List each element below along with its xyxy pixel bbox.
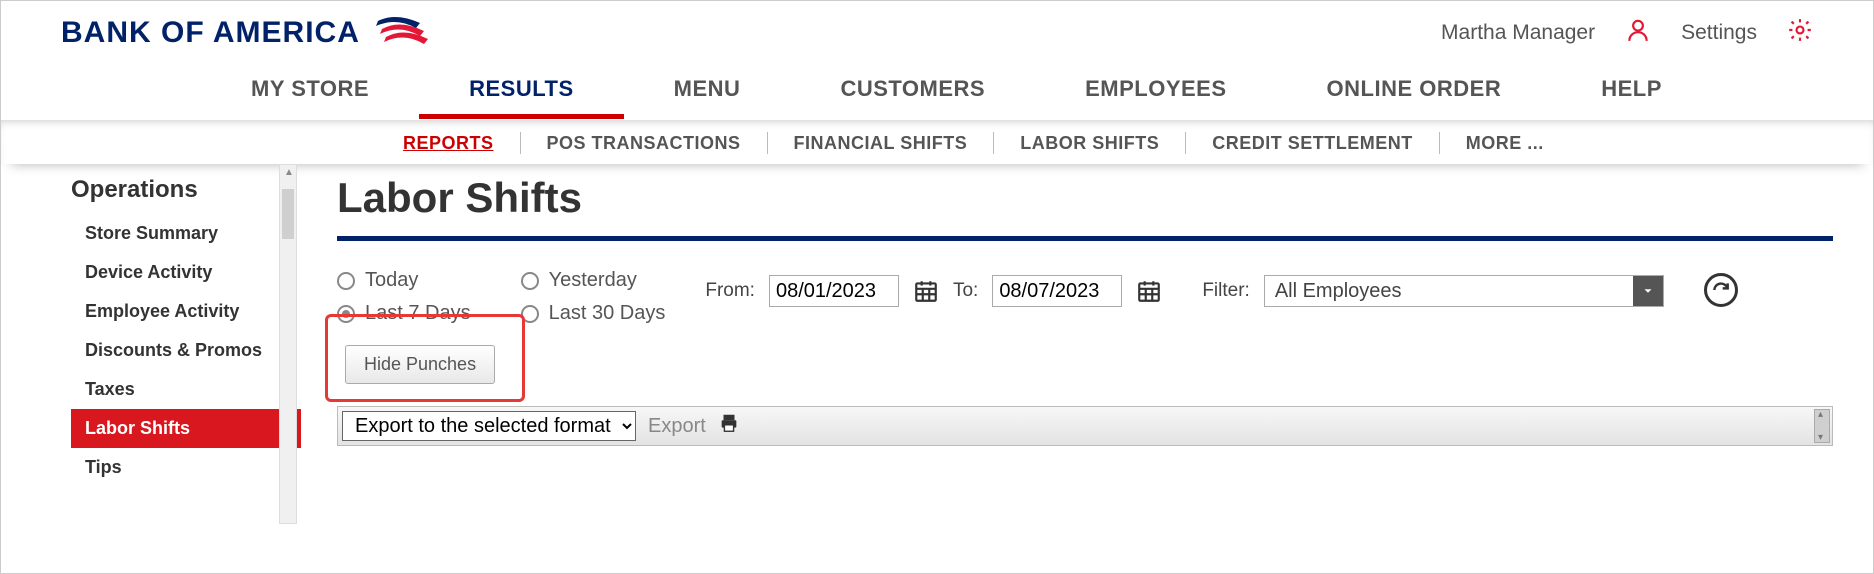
divider: [1185, 132, 1186, 154]
filter-selected: All Employees: [1275, 280, 1402, 303]
user-area: Martha Manager Settings: [1441, 17, 1813, 49]
sidebar: Operations Store Summary Device Activity…: [1, 164, 301, 524]
brand-name: BANK OF AMERICA: [61, 16, 360, 50]
subnav-reports[interactable]: REPORTS: [381, 133, 516, 154]
nav-customers[interactable]: CUSTOMERS: [790, 60, 1035, 119]
radio-label: Yesterday: [549, 269, 637, 292]
report-scrollbar[interactable]: ▴▾: [1814, 409, 1830, 443]
calendar-icon[interactable]: [913, 278, 939, 304]
divider: [767, 132, 768, 154]
nav-menu[interactable]: MENU: [624, 60, 791, 119]
sidebar-item-tips[interactable]: Tips: [71, 448, 301, 487]
subnav-more[interactable]: MORE ...: [1444, 133, 1566, 154]
highlight-annotation: [325, 314, 525, 402]
radio-last-30-days[interactable]: Last 30 Days: [521, 302, 666, 325]
to-date-input[interactable]: [992, 275, 1122, 307]
sidebar-title: Operations: [71, 176, 301, 204]
radio-icon: [337, 272, 355, 290]
settings-link[interactable]: Settings: [1681, 21, 1757, 45]
page-title: Labor Shifts: [337, 174, 1833, 222]
filter-dropdown[interactable]: All Employees: [1264, 275, 1664, 307]
sidebar-item-discounts-promos[interactable]: Discounts & Promos: [71, 331, 301, 370]
scrollbar-thumb[interactable]: [282, 189, 294, 239]
date-filter: From: To:: [705, 275, 1162, 307]
calendar-icon[interactable]: [1136, 278, 1162, 304]
subnav-labor-shifts[interactable]: LABOR SHIFTS: [998, 133, 1181, 154]
refresh-button[interactable]: [1704, 273, 1738, 307]
from-label: From:: [705, 280, 755, 302]
gear-icon[interactable]: [1787, 17, 1813, 49]
nav-my-store[interactable]: MY STORE: [201, 60, 419, 119]
export-button[interactable]: Export: [648, 415, 706, 438]
sidebar-item-taxes[interactable]: Taxes: [71, 370, 301, 409]
brand-logo: BANK OF AMERICA: [61, 13, 436, 52]
subnav-financial-shifts[interactable]: FINANCIAL SHIFTS: [772, 133, 990, 154]
from-date-input[interactable]: [769, 275, 899, 307]
radio-today[interactable]: Today: [337, 269, 471, 292]
radio-icon: [521, 272, 539, 290]
user-name[interactable]: Martha Manager: [1441, 21, 1595, 45]
divider: [993, 132, 994, 154]
export-toolbar: Export to the selected format Export ▴▾: [337, 406, 1833, 446]
print-icon[interactable]: [718, 412, 740, 440]
flag-icon: [376, 13, 436, 52]
subnav-pos-transactions[interactable]: POS TRANSACTIONS: [525, 133, 763, 154]
subnav-credit-settlement[interactable]: CREDIT SETTLEMENT: [1190, 133, 1435, 154]
main-nav: MY STORE RESULTS MENU CUSTOMERS EMPLOYEE…: [1, 60, 1873, 120]
sidebar-item-employee-activity[interactable]: Employee Activity: [71, 292, 301, 331]
sub-nav: REPORTS POS TRANSACTIONS FINANCIAL SHIFT…: [1, 120, 1873, 164]
employee-filter: Filter: All Employees: [1202, 275, 1664, 307]
chevron-down-icon: [1633, 276, 1663, 306]
radio-yesterday[interactable]: Yesterday: [521, 269, 666, 292]
nav-results[interactable]: RESULTS: [419, 60, 624, 119]
user-icon[interactable]: [1625, 17, 1651, 49]
radio-label: Today: [365, 269, 418, 292]
filter-row: Today Yesterday Last 7 Days Last 30 Days…: [337, 269, 1833, 325]
divider: [1439, 132, 1440, 154]
content: Operations Store Summary Device Activity…: [1, 164, 1873, 524]
sidebar-item-device-activity[interactable]: Device Activity: [71, 253, 301, 292]
sidebar-item-store-summary[interactable]: Store Summary: [71, 214, 301, 253]
title-rule: [337, 236, 1833, 241]
nav-online-order[interactable]: ONLINE ORDER: [1277, 60, 1552, 119]
export-format-select[interactable]: Export to the selected format: [342, 411, 636, 441]
to-label: To:: [953, 280, 978, 302]
sidebar-item-labor-shifts[interactable]: Labor Shifts: [71, 409, 301, 448]
radio-label: Last 30 Days: [549, 302, 666, 325]
main-area: Labor Shifts Today Yesterday Last 7 Days: [301, 164, 1873, 524]
header: BANK OF AMERICA Martha Manager Settings: [1, 1, 1873, 60]
divider: [520, 132, 521, 154]
nav-help[interactable]: HELP: [1551, 60, 1712, 119]
filter-label: Filter:: [1202, 280, 1250, 302]
nav-employees[interactable]: EMPLOYEES: [1035, 60, 1276, 119]
sidebar-scrollbar[interactable]: ▲: [279, 164, 297, 524]
